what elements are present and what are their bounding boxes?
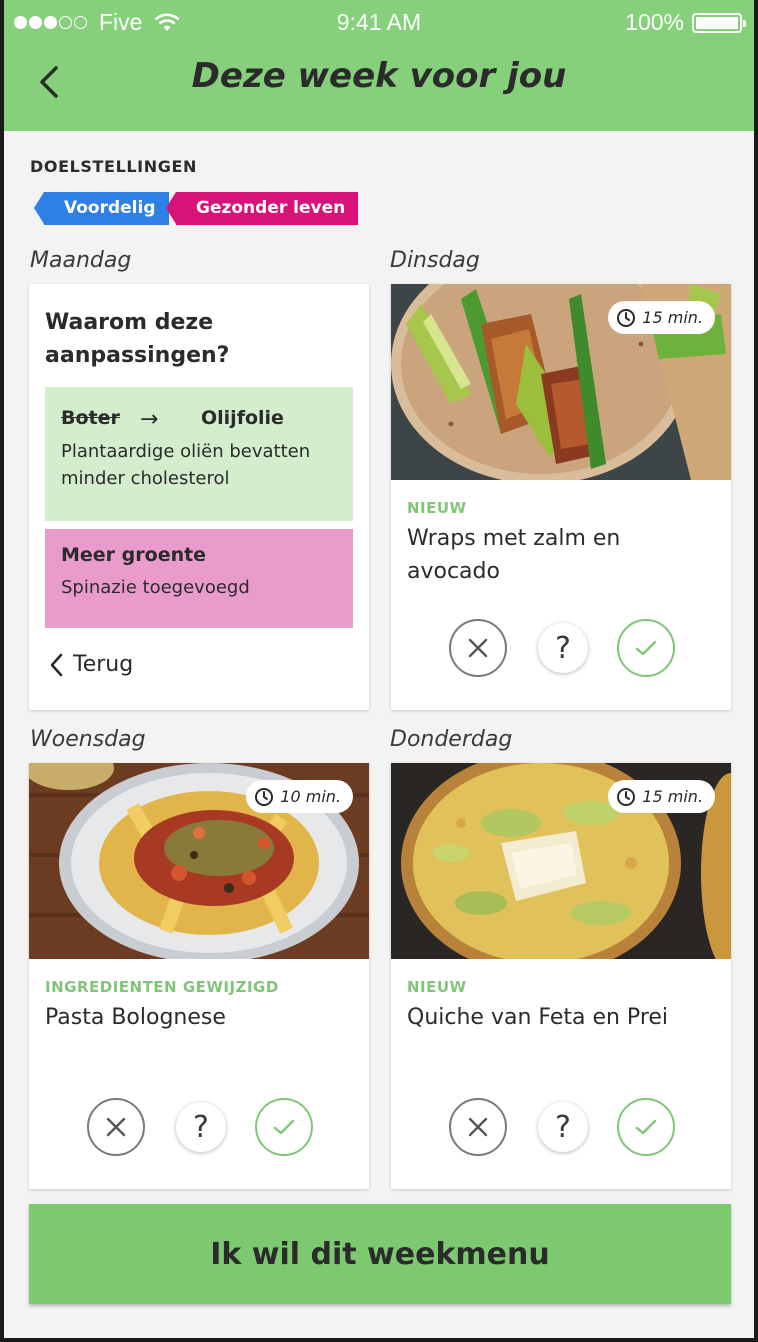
info-button[interactable]: ? [538, 623, 588, 673]
swap-description: Plantaardige oliën bevatten minder chole… [61, 441, 311, 489]
accept-button[interactable] [617, 1098, 675, 1156]
prep-time-badge: 10 min. [246, 780, 353, 813]
recipe-photo: 15 min. [391, 763, 731, 959]
battery-icon [692, 12, 746, 33]
back-link-label: Terug [73, 652, 134, 677]
prep-time: 15 min. [642, 787, 703, 806]
swap-to-ingredient: Olijfolie [201, 407, 284, 429]
goals-label: DOELSTELLINGEN [30, 157, 197, 176]
screen: Five 9:41 AM 100% Deze week voor jou DOE… [4, 0, 754, 1338]
reject-button[interactable] [449, 1098, 507, 1156]
checkmark-icon [635, 640, 657, 656]
reject-button[interactable] [449, 619, 507, 677]
header: Five 9:41 AM 100% Deze week voor jou [4, 0, 754, 131]
recipe-name: Pasta Bolognese [45, 1005, 226, 1030]
recipe-status-badge: NIEUW [407, 499, 467, 517]
back-link[interactable]: Terug [49, 652, 133, 677]
arrow-right-icon: → [140, 407, 159, 432]
close-icon [468, 1117, 488, 1137]
recipe-photo: 10 min. [29, 763, 369, 959]
extra-title: Meer groente [61, 544, 207, 566]
extra-description: Spinazie toegevoegd [61, 577, 250, 598]
recipe-status-badge: NIEUW [407, 978, 467, 996]
recipe-photo: 15 min. [391, 284, 731, 480]
info-button[interactable]: ? [538, 1102, 588, 1152]
day-label-woensdag: Woensdag [30, 727, 146, 752]
confirm-weekmenu-button[interactable]: Ik wil dit weekmenu [29, 1204, 731, 1304]
recipe-card-wraps[interactable]: 15 min. NIEUW Wraps met zalm en avocado … [391, 284, 731, 710]
recipe-actions: ? [449, 1098, 679, 1156]
chevron-left-icon [50, 653, 63, 676]
ingredient-swap-box: Boter → Olijfolie Plantaardige oliën bev… [45, 387, 353, 521]
recipe-card-pasta[interactable]: 10 min. INGREDIENTEN GEWIJZIGD Pasta Bol… [29, 763, 369, 1189]
day-label-maandag: Maandag [30, 248, 132, 273]
swap-from-ingredient: Boter [61, 407, 120, 429]
accept-button[interactable] [255, 1098, 313, 1156]
recipe-status-badge: INGREDIENTEN GEWIJZIGD [45, 978, 279, 996]
info-button[interactable]: ? [176, 1102, 226, 1152]
recipe-name: Wraps met zalm en avocado [407, 526, 621, 584]
checkmark-icon [635, 1119, 657, 1135]
day-label-donderdag: Donderdag [390, 727, 513, 752]
close-icon [106, 1117, 126, 1137]
prep-time: 15 min. [642, 308, 703, 327]
goal-tag-voordelig[interactable]: Voordelig [34, 192, 169, 225]
status-right: 100% [625, 9, 746, 36]
checkmark-icon [273, 1119, 295, 1135]
prep-time-badge: 15 min. [608, 301, 715, 334]
explanation-card: Waarom deze aanpassingen? Boter → Olijfo… [29, 284, 369, 710]
clock-icon [617, 308, 636, 327]
recipe-card-quiche[interactable]: 15 min. NIEUW Quiche van Feta en Prei ? [391, 763, 731, 1189]
recipe-actions: ? [449, 619, 679, 677]
status-bar: Five 9:41 AM 100% [4, 0, 754, 44]
prep-time-badge: 15 min. [608, 780, 715, 813]
battery-percentage: 100% [625, 9, 684, 35]
extra-vegetables-box: Meer groente Spinazie toegevoegd [45, 529, 353, 628]
explanation-title: Waarom deze aanpassingen? [45, 310, 230, 368]
prep-time: 10 min. [280, 787, 341, 806]
recipe-actions: ? [87, 1098, 317, 1156]
goal-tag-gezonder-leven[interactable]: Gezonder leven [165, 192, 359, 225]
close-icon [468, 638, 488, 658]
clock-icon [617, 787, 636, 806]
recipe-name: Quiche van Feta en Prei [407, 1005, 669, 1030]
clock-icon [255, 787, 274, 806]
reject-button[interactable] [87, 1098, 145, 1156]
page-title: Deze week voor jou [191, 56, 567, 96]
accept-button[interactable] [617, 619, 675, 677]
day-label-dinsdag: Dinsdag [390, 248, 480, 273]
